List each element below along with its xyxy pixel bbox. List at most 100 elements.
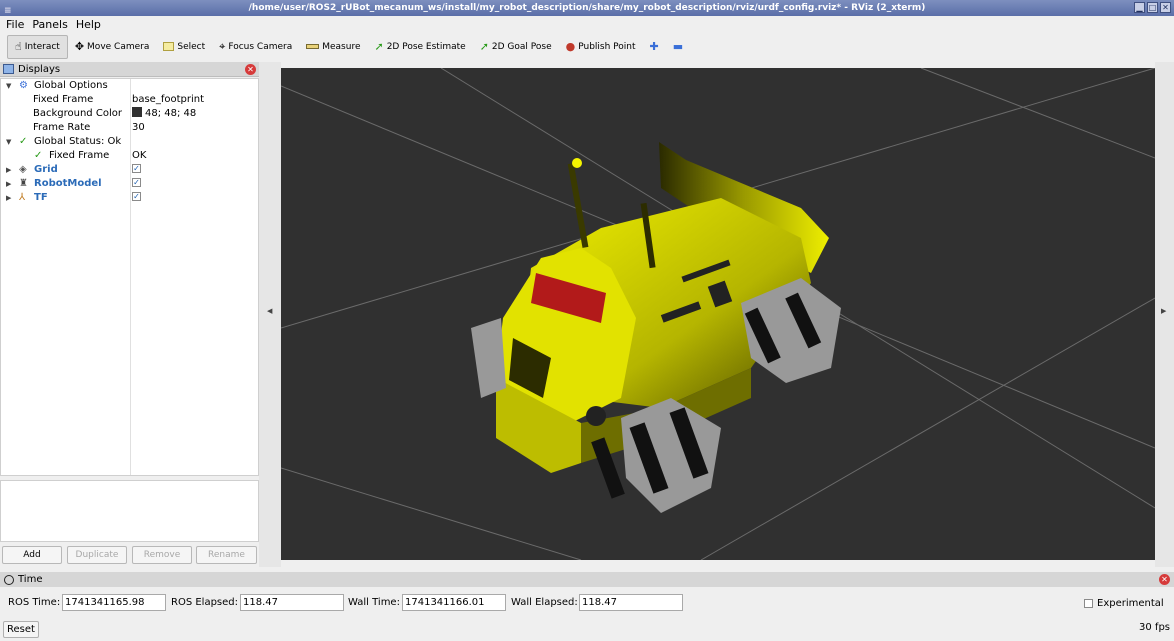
ruler-icon — [306, 44, 320, 49]
display-item-grid[interactable]: ▶ ◈ Grid ✓ — [1, 163, 258, 177]
fixed-frame-row[interactable]: Fixed Frame base_footprint — [1, 93, 258, 107]
checkbox-box[interactable] — [1084, 599, 1093, 608]
toolbar: ☝ Interact ✥ Move Camera Select ⌖ Focus … — [0, 33, 1174, 60]
experimental-label: Experimental — [1097, 598, 1164, 609]
frame-rate-row[interactable]: Frame Rate 30 — [1, 121, 258, 135]
display-item-robotmodel[interactable]: ▶ ♜ RobotModel ✓ — [1, 177, 258, 191]
time-panel-header: Time ✕ — [0, 572, 1174, 587]
focus-camera-tool[interactable]: ⌖ Focus Camera — [212, 35, 299, 59]
clock-icon — [4, 574, 14, 585]
robot-model — [471, 142, 841, 513]
right-splitter[interactable]: ▶ — [1155, 62, 1174, 567]
collapse-arrow-icon[interactable]: ▶ — [6, 163, 11, 177]
background-color-value[interactable]: 48; 48; 48 — [132, 107, 196, 121]
maximize-button[interactable]: □ — [1147, 2, 1158, 13]
pin-icon: ● — [565, 40, 576, 53]
display-item-tf[interactable]: ▶ ⅄ TF ✓ — [1, 191, 258, 205]
robot-icon: ♜ — [19, 178, 28, 189]
color-swatch — [132, 107, 142, 117]
menu-file[interactable]: File — [6, 18, 24, 31]
left-splitter[interactable]: ◀ — [259, 62, 281, 567]
ros-elapsed-label: ROS Elapsed: — [171, 597, 238, 608]
move-camera-tool[interactable]: ✥ Move Camera — [68, 35, 157, 59]
interact-label: Interact — [24, 41, 60, 52]
focus-camera-icon: ⌖ — [219, 40, 226, 53]
background-color-text: 48; 48; 48 — [145, 108, 197, 119]
global-options-label: Global Options — [34, 80, 108, 91]
checkmark-icon: ✓ — [34, 150, 43, 161]
chevron-left-icon: ◀ — [267, 307, 273, 315]
remove-tool-button[interactable]: ▬ — [666, 35, 690, 59]
wall-elapsed-label: Wall Elapsed: — [511, 597, 578, 608]
move-camera-icon: ✥ — [74, 40, 85, 53]
3d-viewport[interactable] — [281, 68, 1155, 560]
grid-icon: ◈ — [19, 164, 27, 175]
add-tool-button[interactable]: ✚ — [643, 35, 666, 59]
fps-readout: 30 fps — [1139, 622, 1170, 633]
pose-estimate-label: 2D Pose Estimate — [386, 41, 466, 52]
robot-render — [281, 68, 1155, 560]
window-title: /home/user/ROS2_rUBot_mecanum_ws/install… — [248, 3, 926, 13]
close-icon[interactable]: ✕ — [245, 64, 256, 75]
global-options-row[interactable]: ▼ ⚙ Global Options — [1, 79, 258, 93]
publish-point-label: Publish Point — [578, 41, 636, 52]
focus-camera-label: Focus Camera — [228, 41, 293, 52]
move-camera-label: Move Camera — [87, 41, 150, 52]
grid-checkbox[interactable]: ✓ — [132, 163, 141, 177]
menu-panels[interactable]: Panels — [32, 18, 67, 31]
add-button[interactable]: Add — [2, 546, 62, 564]
global-status-row[interactable]: ▼ ✓ Global Status: Ok — [1, 135, 258, 149]
goal-pose-tool[interactable]: ➚ 2D Goal Pose — [473, 35, 559, 59]
ros-time-label: ROS Time: — [8, 597, 61, 608]
close-icon[interactable]: ✕ — [1159, 574, 1170, 585]
experimental-checkbox[interactable]: Experimental — [1084, 598, 1164, 609]
tf-axes-icon: ⅄ — [19, 192, 26, 203]
gear-icon: ⚙ — [19, 80, 28, 91]
status-fixed-frame-row[interactable]: ✓ Fixed Frame OK — [1, 149, 258, 163]
hand-icon: ☝ — [15, 40, 22, 53]
frame-rate-label: Frame Rate — [33, 122, 91, 133]
measure-label: Measure — [322, 41, 361, 52]
chevron-right-icon: ▶ — [1161, 307, 1167, 315]
ros-time-field[interactable] — [62, 594, 166, 611]
collapse-arrow-icon[interactable]: ▶ — [6, 177, 11, 191]
fixed-frame-label: Fixed Frame — [33, 94, 94, 105]
fixed-frame-value[interactable]: base_footprint — [132, 93, 204, 107]
time-fields: ROS Time: ROS Elapsed: Wall Time: Wall E… — [0, 594, 1174, 612]
goal-pose-label: 2D Goal Pose — [491, 41, 552, 52]
tf-label: TF — [34, 192, 48, 203]
wall-time-field[interactable] — [402, 594, 506, 611]
expand-arrow-icon[interactable]: ▼ — [6, 79, 11, 93]
checkmark-icon: ✓ — [19, 136, 28, 147]
pose-arrow-icon: ➚ — [374, 40, 384, 53]
ros-elapsed-field[interactable] — [240, 594, 344, 611]
robotmodel-label: RobotModel — [34, 178, 102, 189]
background-color-row[interactable]: Background Color 48; 48; 48 — [1, 107, 258, 121]
robotmodel-checkbox[interactable]: ✓ — [132, 177, 141, 191]
reset-button[interactable]: Reset — [3, 621, 39, 638]
rename-button[interactable]: Rename — [196, 546, 257, 564]
duplicate-button[interactable]: Duplicate — [67, 546, 127, 564]
wall-time-label: Wall Time: — [348, 597, 400, 608]
close-button[interactable]: ✕ — [1160, 2, 1171, 13]
collapse-arrow-icon[interactable]: ▶ — [6, 191, 11, 205]
remove-button[interactable]: Remove — [132, 546, 192, 564]
displays-title: Displays — [18, 63, 61, 75]
grid-label: Grid — [34, 164, 58, 175]
select-icon — [163, 42, 175, 51]
tf-checkbox[interactable]: ✓ — [132, 191, 141, 205]
plus-icon: ✚ — [649, 40, 659, 53]
pose-estimate-tool[interactable]: ➚ 2D Pose Estimate — [367, 35, 472, 59]
displays-tree: ▼ ⚙ Global Options Fixed Frame base_foot… — [0, 78, 259, 476]
goal-arrow-icon: ➚ — [479, 40, 489, 53]
expand-arrow-icon[interactable]: ▼ — [6, 135, 11, 149]
interact-tool[interactable]: ☝ Interact — [7, 34, 68, 59]
measure-tool[interactable]: Measure — [299, 35, 367, 59]
select-tool[interactable]: Select — [156, 35, 212, 59]
wall-elapsed-field[interactable] — [579, 594, 683, 611]
menu-help[interactable]: Help — [76, 18, 101, 31]
publish-point-tool[interactable]: ● Publish Point — [559, 35, 643, 59]
time-title: Time — [18, 574, 43, 585]
minimize-button[interactable]: ▁ — [1134, 2, 1145, 13]
frame-rate-value[interactable]: 30 — [132, 121, 145, 135]
